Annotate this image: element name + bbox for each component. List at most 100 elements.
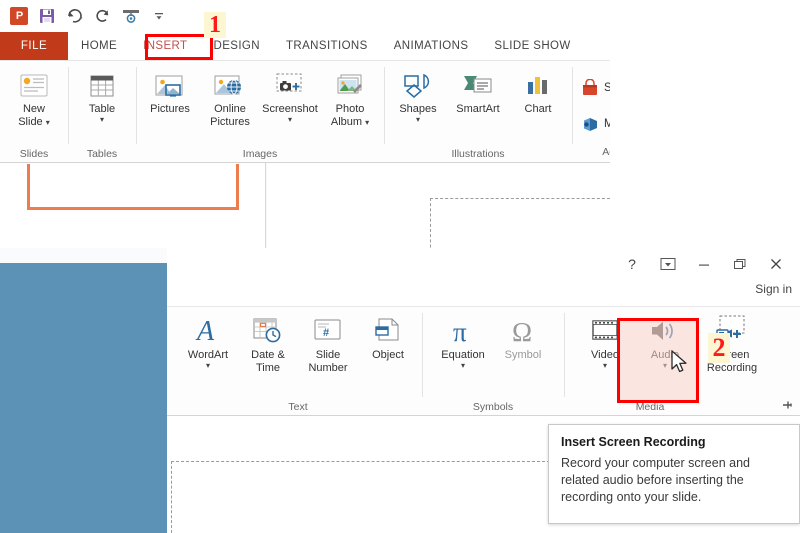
table-button[interactable]: Table ▾ [73,65,131,124]
quick-access-toolbar: P [0,0,610,32]
customize-qat-icon[interactable] [146,4,172,28]
ribbon-group-label-slides: Slides [19,148,49,160]
table-icon [87,68,117,102]
help-icon[interactable]: ? [614,251,650,277]
slide-number-label-1: Slide [315,349,341,361]
screenshot-label: Screenshot [262,103,318,115]
background-left-gap [0,248,167,263]
photo-album-button[interactable]: Photo Album ▾ [321,65,379,128]
ribbon-display-options-icon[interactable] [650,251,686,277]
object-button[interactable]: Object [359,311,417,361]
ribbon-group-illustrations: Shapes ▾ SmartArt Chart Illustrations [384,61,572,162]
table-label: Table [88,103,116,115]
equation-label: Equation [441,349,485,361]
svg-text:#: # [323,327,329,339]
screenshot-icon [273,68,307,102]
chevron-down-icon[interactable]: ▾ [288,116,292,124]
new-slide-button[interactable]: New Slide ▾ [5,65,63,128]
screen-recording-button[interactable]: Screen Recording [696,311,768,374]
mouse-cursor-icon [671,350,687,373]
redo-icon[interactable] [90,4,116,28]
ribbon-group-symbols: π Equation ▾ Ω Symbol Symbols [422,307,564,415]
tab-slide-show[interactable]: SLIDE SHOW [481,32,583,60]
sign-in-button[interactable]: Sign in [755,282,792,296]
new-slide-label-1: New [22,103,45,115]
annotation-number-1: 1 [204,12,226,38]
chevron-down-icon[interactable]: ▾ [100,116,104,124]
powerpoint-window-bottom: ? Sign in A WordArt ▾ Date & Time # Slid… [167,248,800,533]
ribbon-group-text: A WordArt ▾ Date & Time # Slide Number O… [167,307,422,415]
svg-text:π: π [453,317,467,347]
screenshot-root: P FILE HOME INSERT DESIGN TRANSITIONS AN… [0,0,800,533]
minimize-icon[interactable] [686,251,722,277]
selected-slide-thumbnail[interactable] [27,164,239,210]
chevron-down-icon[interactable]: ▾ [365,118,369,127]
date-time-button[interactable]: Date & Time [239,311,297,374]
tab-animations[interactable]: ANIMATIONS [381,32,482,60]
date-time-label-1: Date & [251,349,285,361]
equation-button[interactable]: π Equation ▾ [434,311,492,370]
powerpoint-logo-glyph: P [10,7,28,25]
ribbon-group-tables: Table ▾ Tables [68,61,136,162]
shapes-label: Shapes [399,103,437,115]
chevron-down-icon[interactable]: ▾ [461,362,465,370]
object-icon [373,314,403,348]
symbol-label: Symbol [504,349,542,361]
online-pictures-button[interactable]: Online Pictures [201,65,259,128]
slide-number-button[interactable]: # Slide Number [299,311,357,374]
store-icon [581,79,599,97]
start-slideshow-icon[interactable] [118,4,144,28]
equation-icon: π [447,314,479,348]
video-label: Video [591,349,619,361]
date-time-label-2: Time [255,362,281,374]
chevron-down-icon[interactable]: ▾ [416,116,420,124]
chart-label: Chart [524,103,552,115]
wordart-label: WordArt [187,349,229,361]
svg-text:A: A [195,316,215,347]
store-button[interactable]: Store [577,75,610,101]
smartart-label: SmartArt [456,103,500,115]
pin-ribbon-icon[interactable] [780,398,794,412]
ribbon-group-label-text: Text [288,401,308,413]
ribbon-group-addins: Store My Apps ▾ Add [572,61,610,162]
tab-file[interactable]: FILE [0,32,68,60]
window-controls-bar: ? [167,248,800,280]
photo-album-label-1: Photo [335,103,365,115]
powerpoint-window-top: P FILE HOME INSERT DESIGN TRANSITIONS AN… [0,0,610,263]
undo-icon[interactable] [62,4,88,28]
chevron-down-icon[interactable]: ▾ [206,362,210,370]
symbol-button[interactable]: Ω Symbol [494,311,552,361]
online-pictures-label-1: Online [214,103,246,115]
my-apps-icon [581,115,599,133]
wordart-button[interactable]: A WordArt ▾ [179,311,237,370]
slide-number-label-2: Number [308,362,348,374]
tab-transitions[interactable]: TRANSITIONS [273,32,381,60]
close-icon[interactable] [758,251,794,277]
pictures-icon [153,68,187,102]
pictures-button[interactable]: Pictures [141,65,199,115]
tooltip-title: Insert Screen Recording [561,435,706,449]
shapes-button[interactable]: Shapes ▾ [389,65,447,124]
smartart-button[interactable]: SmartArt [449,65,507,115]
my-apps-button[interactable]: My Apps ▾ [577,111,610,137]
smartart-icon [461,68,495,102]
ribbon-insert-panel-top: New Slide ▾ Slides Table ▾ Tables Pictur… [0,60,610,163]
screen-recording-tooltip: Insert Screen Recording Record your comp… [548,424,800,524]
ribbon-group-label-tables: Tables [86,148,118,160]
screenshot-button[interactable]: Screenshot ▾ [261,65,319,124]
ribbon-insert-panel-bottom: A WordArt ▾ Date & Time # Slide Number O… [167,306,800,416]
symbol-icon: Ω [507,314,539,348]
pictures-label: Pictures [150,103,190,115]
tab-home[interactable]: HOME [68,32,130,60]
online-pictures-label-2: Pictures [210,116,250,128]
ribbon-group-images: Pictures Online Pictures Screenshot ▾ Ph… [136,61,384,162]
chart-button[interactable]: Chart [509,65,567,115]
slide-number-icon: # [312,314,344,348]
save-icon[interactable] [34,4,60,28]
ribbon-tab-bar: FILE HOME INSERT DESIGN TRANSITIONS ANIM… [0,32,610,60]
restore-icon[interactable] [722,251,758,277]
tooltip-body: Record your computer screen and related … [561,456,750,504]
chevron-down-icon[interactable]: ▾ [46,118,50,127]
chevron-down-icon[interactable]: ▾ [603,362,607,370]
date-time-icon [251,314,285,348]
